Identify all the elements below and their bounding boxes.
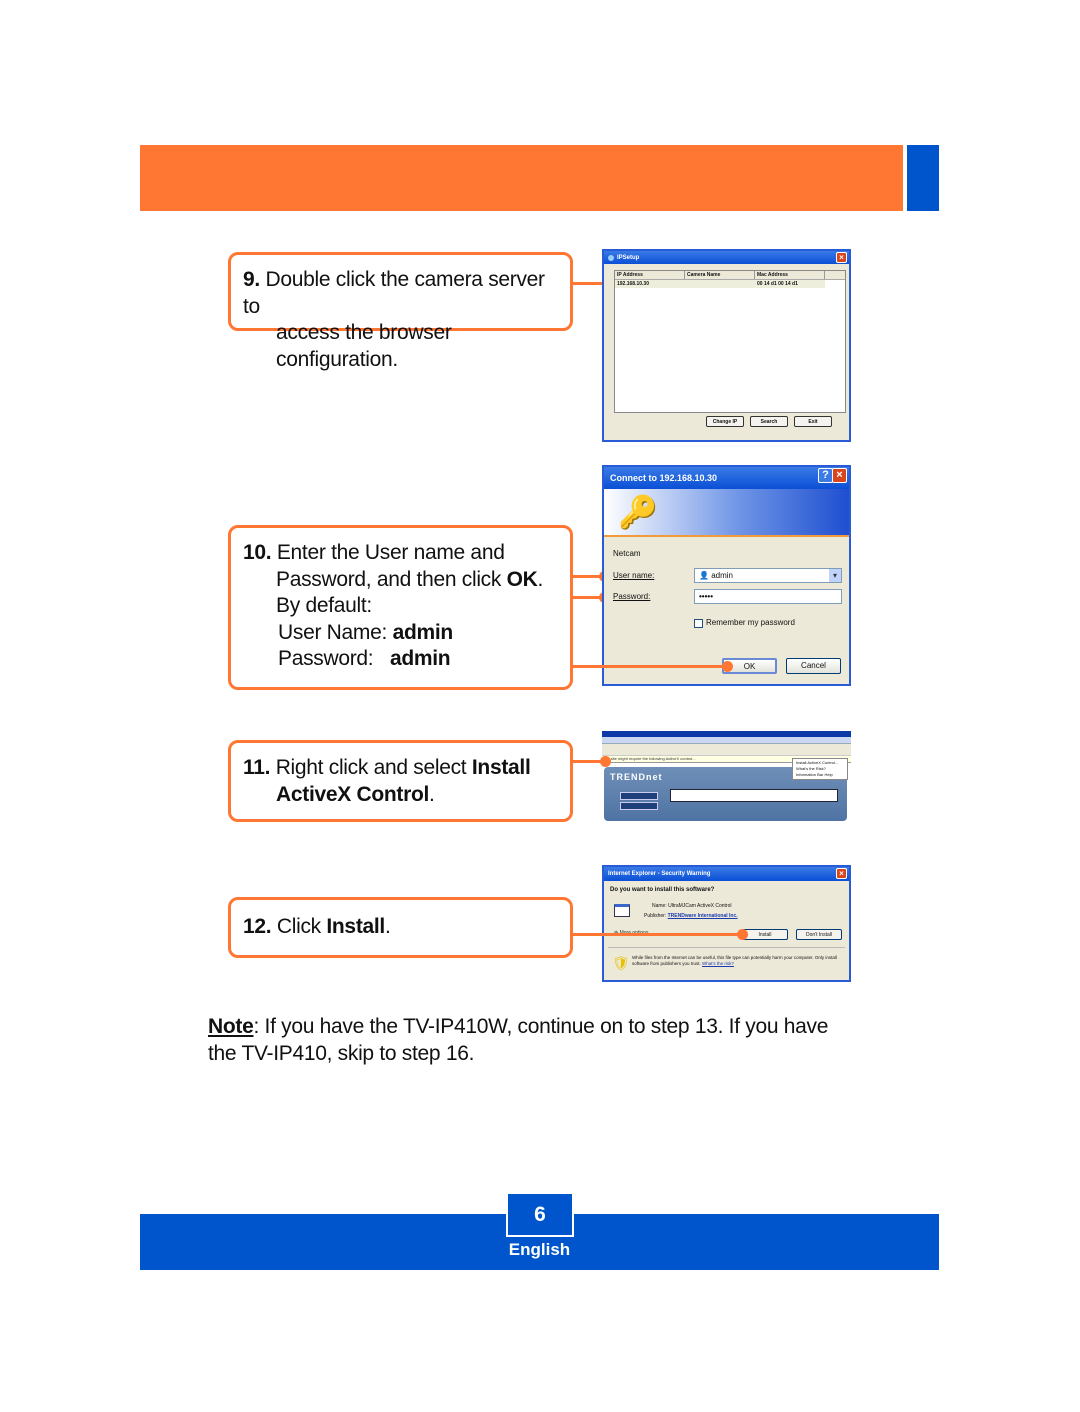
user-name-field[interactable]: 👤 admin ▾ (694, 568, 842, 583)
connector-line (573, 933, 743, 936)
step-text: Password, and then click (276, 567, 507, 591)
whats-the-risk-link[interactable]: What's the risk? (702, 961, 734, 966)
step-emphasis: Install (326, 915, 385, 938)
step-emphasis: Install (471, 756, 531, 779)
step-text: Enter the User name and (276, 541, 505, 564)
list-header: IP Address Camera Name Mac Address (615, 271, 845, 280)
browser-activex-screenshot: This site might require the following Ac… (602, 731, 851, 822)
remember-password-label[interactable]: Remember my password (706, 618, 795, 627)
cancel-button[interactable]: Cancel (786, 658, 841, 674)
column-camera-name[interactable]: Camera Name (685, 271, 755, 279)
ipsetup-window: IPSetup × IP Address Camera Name Mac Add… (602, 249, 851, 442)
warning-text: While files from the Internet can be use… (632, 955, 837, 966)
default-user-label: User Name: (278, 620, 393, 644)
step-emphasis: ActiveX Control (276, 782, 430, 806)
step-text: . (429, 782, 435, 806)
publisher-link[interactable]: TRENDware International Inc. (668, 913, 738, 919)
default-password-value: admin (389, 647, 451, 670)
remember-password-checkbox[interactable] (694, 619, 703, 628)
password-field[interactable]: ••••• (694, 589, 842, 604)
note-paragraph: Note: If you have the TV-IP410W, continu… (208, 1013, 848, 1067)
trendnet-logo: TRENDnet (610, 772, 663, 782)
step-text: Right click and select (275, 756, 472, 779)
connector-line (573, 665, 728, 668)
dont-install-button[interactable]: Don't Install (796, 929, 842, 940)
change-ip-button[interactable]: Change IP (706, 416, 744, 427)
step-text: By default: (276, 594, 372, 617)
camera-mac: 00 14 d1 00 14 d1 (757, 281, 798, 287)
context-menu: Install ActiveX Control... What's the Ri… (792, 758, 848, 780)
step-text: Click (276, 915, 327, 938)
default-user-value: admin (392, 620, 454, 644)
column-ip-address[interactable]: IP Address (615, 271, 685, 279)
help-icon[interactable]: ? (818, 468, 833, 483)
column-mac-address[interactable]: Mac Address (755, 271, 825, 279)
camera-name (685, 280, 755, 288)
step-11-callout: 11. Right click and select Install Activ… (228, 740, 573, 822)
note-text: : If you have the TV-IP410W, continue on… (208, 1015, 829, 1065)
header-orange-bar (140, 145, 903, 211)
connector-dot (600, 756, 611, 767)
step-emphasis: OK (506, 567, 538, 591)
step-text: . (384, 915, 391, 938)
close-icon[interactable]: × (836, 252, 847, 263)
name-value: UltraMJCam ActiveX Control (668, 903, 732, 909)
page-number: 6 (506, 1192, 574, 1237)
connect-dialog: Connect to 192.168.10.30 ? × 🔑 Netcam Us… (602, 465, 851, 686)
nav-button[interactable] (620, 792, 658, 800)
camera-list: IP Address Camera Name Mac Address 192.1… (614, 270, 846, 413)
application-icon (614, 904, 630, 917)
exit-button[interactable]: Exit (794, 416, 832, 427)
step-9-callout: 9. Double click the camera server to acc… (228, 252, 573, 371)
realm-label: Netcam (613, 549, 641, 558)
keys-icon: 🔑 (618, 494, 658, 530)
search-button[interactable]: Search (750, 416, 788, 427)
nav-button[interactable] (620, 802, 658, 810)
install-button[interactable]: Install (742, 929, 788, 940)
header-blue-tab (907, 145, 939, 211)
name-label: Name: (652, 903, 667, 909)
step-12-callout: 12. Click Install. (228, 897, 573, 958)
publisher-label: Publisher: (644, 913, 667, 919)
step-number: 9. (243, 268, 260, 291)
step-text: . (537, 567, 544, 591)
step-text: access the browser configuration. (276, 321, 452, 371)
list-item[interactable]: 192.168.10.30 00 14 d1 00 14 d1 (615, 280, 825, 288)
connector-dot (722, 661, 733, 672)
step-number: 12. (243, 915, 272, 938)
step-number: 10. (243, 541, 272, 564)
security-titlebar: Internet Explorer - Security Warning × (604, 867, 849, 881)
install-question: Do you want to install this software? (610, 887, 715, 893)
step-10-callout: 10. Enter the User name and Password, an… (228, 525, 573, 690)
window-title: IPSetup (617, 254, 640, 261)
connector-dot (737, 929, 748, 940)
divider (608, 947, 845, 948)
note-label: Note (208, 1015, 254, 1038)
user-name-label: User name: (613, 571, 655, 580)
shield-warning-icon: 🛡 (612, 955, 630, 971)
close-icon[interactable]: × (832, 468, 847, 483)
step-text: Double click the camera server to (243, 268, 545, 318)
user-name-value: admin (711, 571, 733, 580)
window-title: Internet Explorer - Security Warning (608, 871, 711, 877)
step-number: 11. (243, 756, 271, 779)
default-password-label: Password: (278, 647, 390, 670)
ipsetup-titlebar: IPSetup × (604, 251, 849, 264)
dialog-banner: 🔑 (604, 489, 849, 537)
chevron-down-icon[interactable]: ▾ (829, 569, 841, 582)
connect-titlebar: Connect to 192.168.10.30 ? × (604, 467, 849, 489)
close-icon[interactable]: × (836, 868, 847, 879)
camera-ip: 192.168.10.30 (617, 281, 649, 287)
password-label: Password: (613, 592, 651, 601)
footer-language: English (508, 1240, 571, 1259)
user-icon: 👤 (699, 571, 709, 580)
content-box (670, 789, 838, 802)
window-title: Connect to 192.168.10.30 (610, 473, 718, 483)
security-warning-dialog: Internet Explorer - Security Warning × D… (602, 865, 851, 982)
menu-item-help[interactable]: Information Bar Help (796, 772, 844, 778)
app-icon (608, 254, 614, 261)
browser-address-bar[interactable] (602, 737, 851, 744)
